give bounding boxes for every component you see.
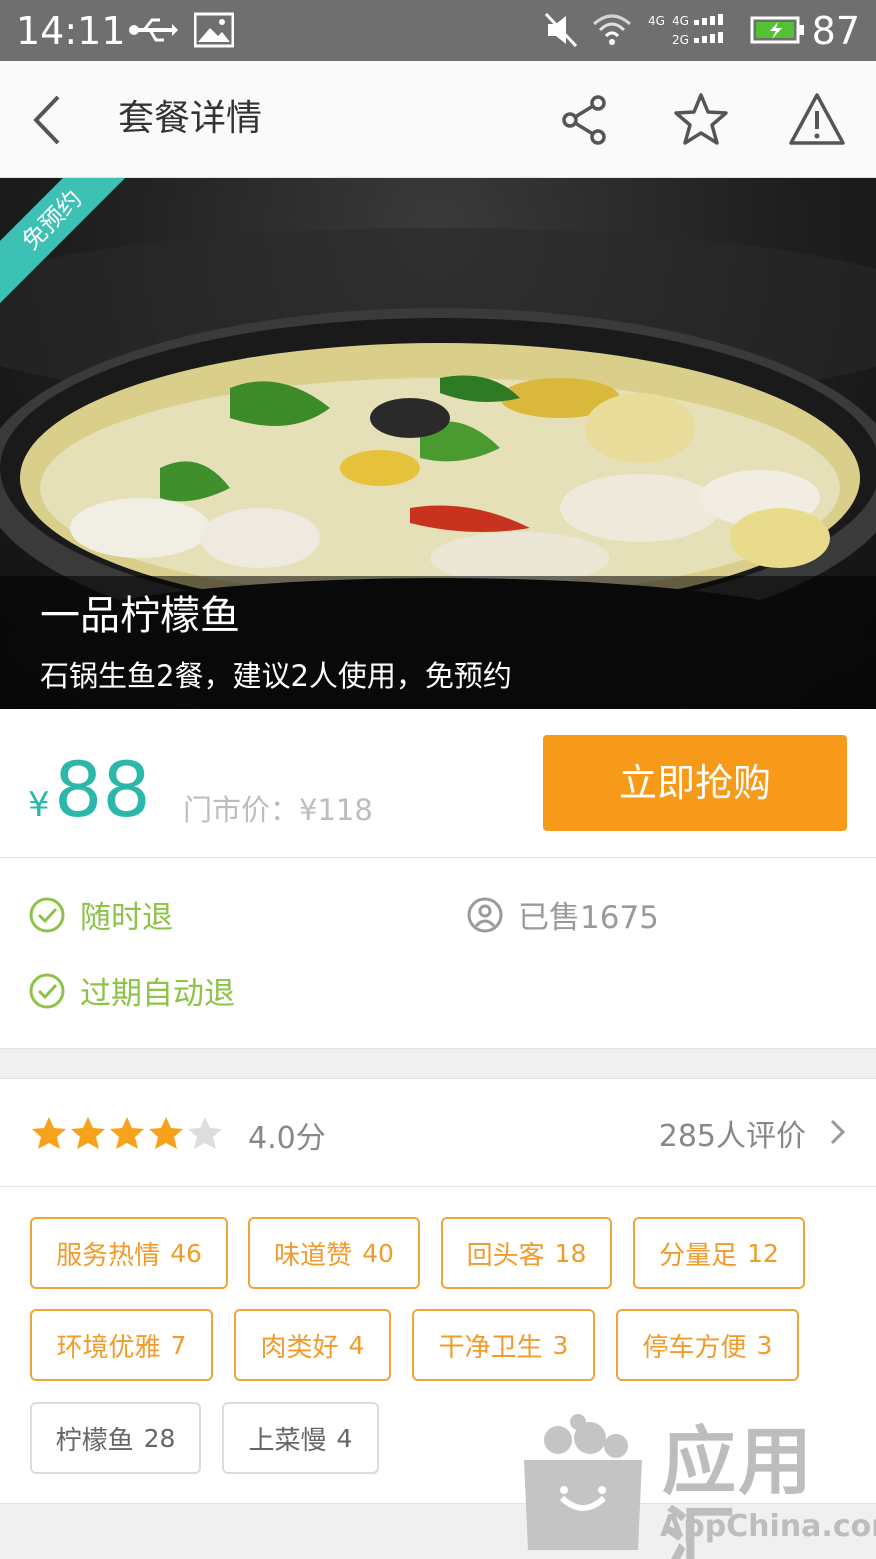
review-tag[interactable]: 服务热情 46 [30,1217,228,1289]
review-tags: 服务热情 46 味道赞 40 回头客 18 分量足 12 环境优雅 7 肉类好 4 干净卫生… [0,1187,876,1507]
tag-count: 28 [143,1423,176,1453]
tag-label: 干净卫生 [438,1332,543,1363]
svg-text:2G: 2G [672,33,689,47]
tag-count: 7 [170,1330,187,1360]
review-tag[interactable]: 回头客 18 [441,1217,612,1289]
tag-count: 4 [348,1330,365,1360]
refund-expired: 过期自动退 [28,968,235,1013]
cellular-signal-icon: 4G 4G 2G [648,14,723,47]
tag-count: 40 [362,1238,394,1268]
guarantees-section: 随时退 已售1675 过期自动退 [0,858,876,1048]
bottom-divider [0,1503,876,1559]
star-outline-icon[interactable] [672,91,730,149]
original-price: 门市价：¥118 [183,793,373,827]
page-title: 套餐详情 [118,98,263,139]
deal-price: 88 [54,745,151,834]
tag-count: 3 [552,1330,569,1360]
chevron-right-icon[interactable] [826,1117,848,1147]
svg-text:4G: 4G [672,14,689,28]
back-icon[interactable] [26,91,70,149]
review-tag[interactable]: 停车方便 3 [616,1309,799,1381]
review-tag[interactable]: 上菜慢 4 [222,1402,379,1474]
price-bar: ¥ 88 门市价：¥118 立即抢购 [0,709,876,858]
tag-label: 服务热情 [56,1240,161,1271]
tag-count: 46 [170,1238,202,1268]
refund-anytime: 随时退 [28,892,173,937]
status-time: 14:11 [16,9,126,53]
svg-text:4G: 4G [648,14,665,28]
battery-level: 87 [811,9,860,53]
currency-symbol: ¥ [28,785,50,825]
tag-label: 肉类好 [260,1332,339,1363]
star-rating [30,1115,225,1151]
image-icon [194,12,234,48]
review-tag[interactable]: 柠檬鱼 28 [30,1402,201,1474]
sold-count-label: 已售1675 [518,900,659,936]
star-filled-icon [149,1117,183,1149]
app-bar: 套餐详情 [0,61,876,178]
star-filled-icon [71,1117,105,1149]
dish-description: 石锅生鱼2餐，建议2人使用，免预约 [40,659,512,693]
sold-count: 已售1675 [466,892,659,937]
usb-icon [129,18,178,42]
check-circle-icon [29,897,65,932]
tag-label: 柠檬鱼 [55,1425,134,1456]
rating-row[interactable]: 4.0分 285人评价 [0,1079,876,1187]
dish-hero-image: 免预约 一品柠檬鱼 石锅生鱼2餐，建议2人使用，免预约 [0,178,876,709]
review-tag[interactable]: 味道赞 40 [248,1217,420,1289]
tag-label: 味道赞 [274,1240,353,1271]
star-filled-icon [110,1117,144,1149]
review-tag[interactable]: 分量足 12 [633,1217,805,1289]
tag-label: 分量足 [659,1240,738,1271]
buy-now-button[interactable]: 立即抢购 [543,735,847,831]
check-circle-icon [29,973,65,1008]
tag-count: 12 [747,1238,779,1268]
tag-label: 环境优雅 [56,1332,161,1363]
wifi-icon [593,14,631,45]
refund-expired-label: 过期自动退 [80,976,235,1012]
review-count[interactable]: 285人评价 [659,1111,806,1155]
user-circle-icon [467,897,503,932]
dish-name: 一品柠檬鱼 [40,593,240,639]
tag-label: 上菜慢 [248,1425,327,1456]
star-empty-icon [188,1117,222,1149]
section-divider [0,1048,876,1079]
review-tag[interactable]: 肉类好 4 [234,1309,391,1381]
mute-icon [544,12,578,48]
review-tag[interactable]: 干净卫生 3 [412,1309,595,1381]
tag-label: 停车方便 [642,1332,747,1363]
tag-label: 回头客 [466,1240,545,1271]
tag-count: 18 [554,1238,587,1268]
tag-count: 4 [336,1423,353,1453]
star-filled-icon [32,1117,66,1149]
warning-icon[interactable] [788,91,846,149]
tag-count: 3 [756,1330,773,1360]
review-tag[interactable]: 环境优雅 7 [30,1309,213,1381]
battery-icon [750,16,804,44]
rating-score: 4.0分 [248,1121,326,1156]
refund-anytime-label: 随时退 [80,900,173,936]
share-icon[interactable] [556,91,614,149]
status-bar: 14:11 4G 4G 2G 87 [0,0,876,61]
